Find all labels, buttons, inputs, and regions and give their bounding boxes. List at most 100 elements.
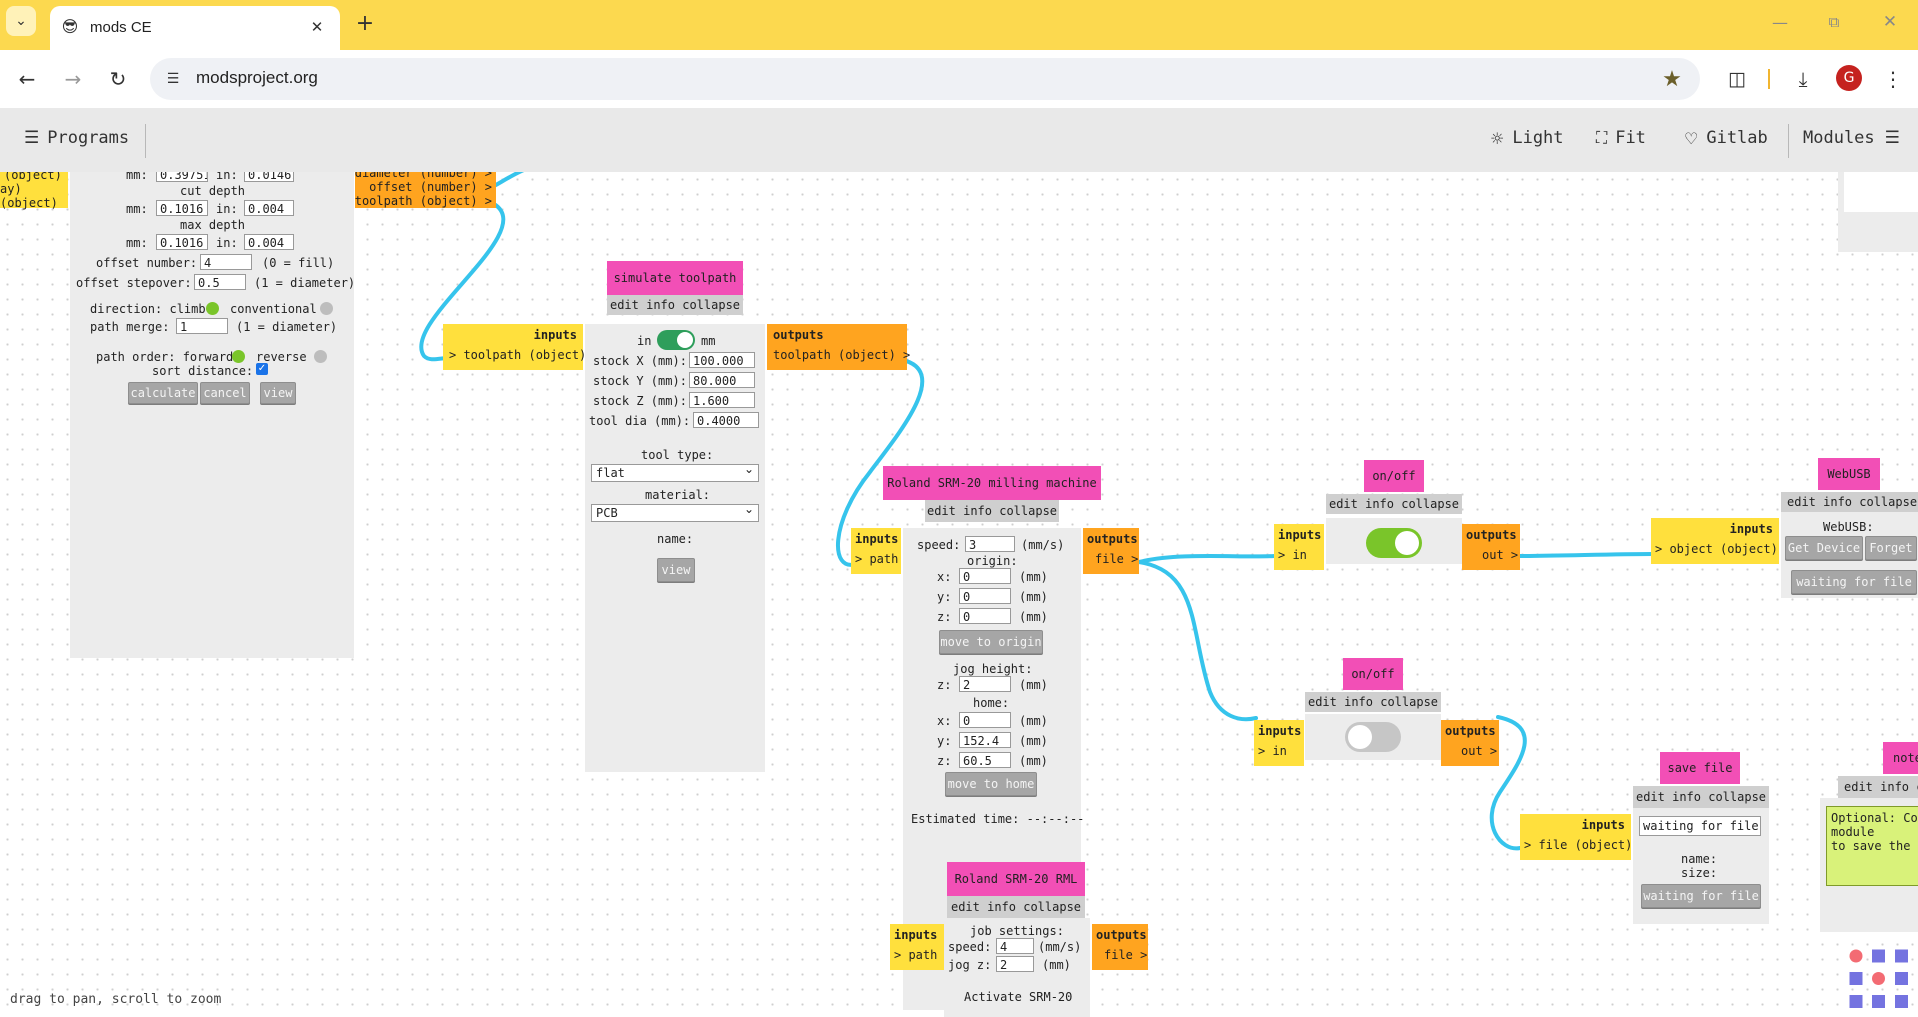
move-to-origin-button[interactable]: move to origin [939,630,1043,654]
savefile-menu[interactable]: edit info collapse [1633,786,1769,808]
tool-dia-field[interactable]: 0.4000 [693,412,759,428]
note-title[interactable]: note [1883,742,1918,774]
minimize-icon[interactable]: — [1768,10,1792,34]
reload-icon[interactable]: ↻ [103,64,133,94]
path-merge-field[interactable]: 1 [176,318,228,334]
rml-menu[interactable]: edit info collapse [947,896,1085,918]
stock-z-field[interactable]: 1.600 [689,392,755,408]
roland-speed-field[interactable]: 3 [965,536,1015,552]
new-tab-icon[interactable]: + [352,10,378,36]
toolpath-port[interactable]: toolpath (object) > [355,194,492,208]
mods-logo-icon[interactable] [1848,948,1912,1012]
onoff2-menu[interactable]: edit info collapse [1305,692,1441,712]
simulate-toolpath-in[interactable]: > toolpath (object) [449,348,586,362]
simulate-menu[interactable]: edit info collapse [607,295,743,315]
onoff1-in-port[interactable]: > in [1278,548,1307,562]
download-icon[interactable]: ⤓ [1788,64,1818,94]
unit-toggle[interactable] [657,330,695,350]
offset-port[interactable]: offset (number) > [369,180,492,194]
omnibox[interactable]: ☰ modsproject.org ★ [150,58,1700,100]
forward-radio[interactable] [232,350,245,363]
close-icon[interactable]: ✕ [306,16,328,38]
conventional-radio[interactable] [320,302,333,315]
climb-radio[interactable] [206,302,219,315]
simulate-view-button[interactable]: view [657,558,695,582]
onoff2-toggle[interactable] [1345,722,1401,752]
forward-icon[interactable]: → [58,64,88,94]
max-mm-field[interactable]: 0.1016 [156,234,208,250]
move-to-home-button[interactable]: move to home [945,772,1037,796]
stock-x-field[interactable]: 100.000 [689,352,755,368]
rml-path-in[interactable]: > path [894,948,937,962]
savefile-file-in[interactable]: > file (object) [1524,838,1632,852]
stock-y-field[interactable]: 80.000 [689,372,755,388]
onoff2-title[interactable]: on/off [1343,658,1403,690]
roland-path-in[interactable]: > path [855,552,898,566]
tool-type-select[interactable]: flat [591,461,759,482]
cut-mm-field[interactable]: 0.1016 [156,200,208,216]
webusb-title[interactable]: WebUSB [1818,458,1880,490]
home-z-field[interactable]: 60.5 [959,752,1011,768]
jog-z-field[interactable]: 2 [959,676,1011,692]
left-port-1[interactable]: (object) [4,172,62,182]
webusb-object-in[interactable]: > object (object) [1655,542,1778,556]
bookmark-star-icon[interactable]: ★ [1658,65,1686,93]
extensions-icon[interactable]: ◫ [1722,64,1752,94]
rml-file-out[interactable]: file > [1104,948,1147,962]
browser-tab[interactable]: 😎 mods CE ✕ [50,6,340,50]
left-port-3[interactable]: (object) [0,196,58,210]
calculate-button[interactable]: calculate [128,382,198,404]
top-mm-field[interactable]: 0.39751 [156,172,208,182]
onoff2-out-port[interactable]: out > [1461,744,1497,758]
home-x-field[interactable]: 0 [959,712,1011,728]
roland-menu[interactable]: edit info collapse [925,500,1059,522]
onoff1-menu[interactable]: edit info collapse [1326,494,1462,514]
offset-number-field[interactable]: 4 [200,254,252,270]
view-button[interactable]: view [260,382,296,404]
forget-button[interactable]: Forget [1865,536,1917,560]
savefile-title[interactable]: save file [1660,752,1740,784]
cancel-button[interactable]: cancel [200,382,250,404]
home-y-field[interactable]: 152.4 [959,732,1011,748]
material-select[interactable]: PCB [591,501,759,522]
max-in-field[interactable]: 0.004 [244,234,294,250]
top-in-field[interactable]: 0.01461 [244,172,294,182]
fit-button[interactable]: ⛶ Fit [1596,128,1646,148]
rml-jogz-field[interactable]: 2 [996,956,1034,972]
simulate-title[interactable]: simulate toolpath [607,261,743,295]
program-canvas[interactable]: (object) ay) (object) mm: 0.39751 in: 0.… [0,172,1918,1017]
origin-z-field[interactable]: 0 [959,608,1011,624]
restore-icon[interactable]: ⧉ [1822,10,1846,34]
savefile-waiting-button[interactable]: waiting for file [1641,884,1761,908]
site-info-icon[interactable]: ☰ [160,66,186,92]
rml-speed-field[interactable]: 4 [996,938,1034,954]
profile-avatar[interactable]: G [1836,65,1862,91]
reverse-radio[interactable] [314,350,327,363]
origin-x-field[interactable]: 0 [959,568,1011,584]
left-port-2[interactable]: ay) [0,182,22,196]
roland-file-out[interactable]: file > [1095,552,1138,566]
diameter-port[interactable]: diameter (number) > [355,172,492,180]
webusb-menu[interactable]: edit info collapse [1781,492,1918,512]
onoff1-title[interactable]: on/off [1364,460,1424,492]
programs-button[interactable]: ☰ Programs [24,128,129,148]
cut-in-field[interactable]: 0.004 [244,200,294,216]
offset-stepover-field[interactable]: 0.5 [194,274,246,290]
window-close-icon[interactable]: ✕ [1878,10,1902,34]
gitlab-button[interactable]: ♡ Gitlab [1684,128,1768,148]
sort-distance-checkbox[interactable]: ✓ [256,363,268,375]
modules-button[interactable]: Modules ☰ [1803,128,1900,148]
origin-y-field[interactable]: 0 [959,588,1011,604]
note-textarea[interactable]: Optional: Con module to save the t [1826,806,1918,886]
menu-dots-icon[interactable]: ⋮ [1880,64,1906,94]
note-menu[interactable]: edit info c [1838,776,1918,798]
light-button[interactable]: ☼ Light [1490,128,1564,148]
simulate-toolpath-out[interactable]: toolpath (object) > [773,348,910,362]
webusb-waiting-button[interactable]: waiting for file [1791,570,1917,594]
roland-title[interactable]: Roland SRM-20 milling machine [883,466,1101,500]
onoff1-out-port[interactable]: out > [1482,548,1518,562]
get-device-button[interactable]: Get Device [1785,536,1863,560]
back-icon[interactable]: ← [12,64,42,94]
rml-title[interactable]: Roland SRM-20 RML [947,862,1085,896]
onoff2-in-port[interactable]: > in [1258,744,1287,758]
